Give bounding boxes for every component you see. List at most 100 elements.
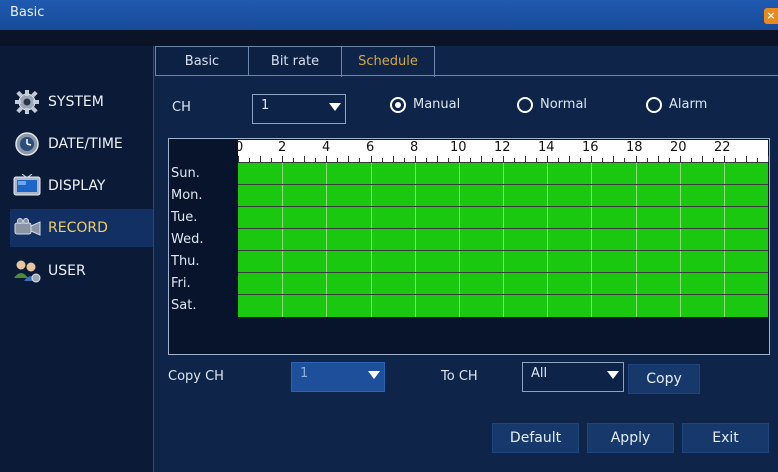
to-ch-select[interactable]: All	[522, 362, 624, 392]
hour-gridline	[326, 251, 328, 273]
hour-gridline	[370, 273, 372, 295]
radio-normal[interactable]	[517, 97, 533, 113]
day-label: Sun.	[171, 166, 200, 181]
hour-gridline	[458, 207, 460, 229]
schedule-row[interactable]	[238, 250, 768, 273]
day-label: Fri.	[171, 276, 191, 291]
hour-gridline	[282, 251, 284, 273]
hour-gridline	[370, 295, 372, 317]
hour-gridline	[723, 273, 725, 295]
hour-gridline	[414, 207, 416, 229]
hour-gridline	[458, 163, 460, 185]
schedule-row[interactable]	[238, 162, 768, 185]
radio-manual[interactable]	[390, 97, 406, 113]
hour-gridline	[723, 185, 725, 207]
sidebar-item-display[interactable]: DISPLAY	[10, 167, 153, 205]
hour-gridline	[591, 185, 593, 207]
title-bar[interactable]: Basic ×	[0, 0, 778, 31]
hour-gridline	[370, 207, 372, 229]
hour-gridline	[503, 251, 504, 273]
hour-gridline	[679, 185, 681, 207]
hour-gridline	[635, 295, 637, 317]
hour-gridline	[547, 273, 549, 295]
hour-gridline	[679, 229, 681, 251]
hour-gridline	[547, 251, 549, 273]
sidebar-item-date-time[interactable]: DATE/TIME	[10, 125, 153, 163]
hour-label: 22	[714, 140, 731, 155]
to-ch-value: All	[531, 366, 548, 381]
hour-gridline	[458, 229, 460, 251]
day-label: Thu.	[171, 254, 200, 269]
hour-gridline	[458, 251, 460, 273]
schedule-row[interactable]	[238, 206, 768, 229]
hour-gridline	[370, 163, 372, 185]
hour-gridline	[591, 229, 593, 251]
hour-gridline	[679, 251, 681, 273]
hour-gridline	[414, 295, 416, 317]
ch-select-value: 1	[261, 98, 270, 113]
hour-gridline	[458, 295, 460, 317]
radio-alarm[interactable]	[646, 97, 662, 113]
schedule-row[interactable]	[238, 184, 768, 207]
sidebar-item-label: RECORD	[48, 220, 108, 236]
schedule-row[interactable]	[238, 294, 768, 317]
hour-gridline	[503, 207, 504, 229]
hour-label: 20	[670, 140, 687, 155]
monitor-icon	[10, 174, 44, 198]
hour-ruler: 0 2 4 6 8 10 12 14 16 18 20 22	[235, 140, 769, 162]
default-button[interactable]: Default	[492, 423, 579, 453]
hour-gridline	[635, 207, 637, 229]
sidebar-item-label: DATE/TIME	[48, 136, 123, 152]
radio-normal-label: Normal	[540, 97, 588, 112]
hour-gridline	[547, 207, 549, 229]
exit-button[interactable]: Exit	[682, 423, 769, 453]
ch-label: CH	[172, 100, 191, 115]
hour-gridline	[503, 229, 504, 251]
sidebar-item-label: USER	[48, 263, 86, 279]
copy-button[interactable]: Copy	[628, 364, 700, 394]
users-icon	[10, 259, 44, 283]
hour-label: 0	[235, 140, 244, 155]
hour-gridline	[370, 251, 372, 273]
copy-ch-select[interactable]: 1	[291, 362, 385, 392]
hour-gridline	[458, 273, 460, 295]
hour-gridline	[414, 251, 416, 273]
to-ch-label: To CH	[441, 369, 478, 384]
tab-basic[interactable]: Basic	[155, 46, 249, 76]
day-label: Sat.	[171, 298, 197, 313]
chevron-down-icon	[368, 371, 380, 379]
copy-ch-label: Copy CH	[168, 369, 224, 384]
close-icon[interactable]: ×	[764, 8, 778, 24]
hour-label: 10	[450, 140, 467, 155]
day-label: Tue.	[171, 210, 198, 225]
hour-gridline	[503, 273, 504, 295]
hour-gridline	[591, 251, 593, 273]
clock-icon	[10, 132, 44, 156]
schedule-row[interactable]	[238, 272, 768, 295]
hour-gridline	[591, 295, 593, 317]
hour-gridline	[414, 273, 416, 295]
day-label: Mon.	[171, 188, 203, 203]
hour-gridline	[326, 163, 328, 185]
hour-gridline	[635, 185, 637, 207]
hour-gridline	[723, 295, 725, 317]
ch-select[interactable]: 1	[252, 94, 346, 124]
radio-manual-label: Manual	[413, 97, 461, 112]
hour-gridline	[326, 273, 328, 295]
hour-gridline	[547, 185, 549, 207]
hour-gridline	[326, 207, 328, 229]
tab-schedule[interactable]: Schedule	[341, 46, 435, 77]
hour-gridline	[458, 185, 460, 207]
sidebar-item-record[interactable]: RECORD	[10, 209, 153, 247]
sidebar-item-label: DISPLAY	[48, 178, 106, 194]
radio-alarm-label: Alarm	[669, 97, 708, 112]
sidebar-item-system[interactable]: SYSTEM	[10, 83, 153, 121]
sidebar-item-user[interactable]: USER	[10, 252, 153, 290]
hour-gridline	[414, 185, 416, 207]
apply-button[interactable]: Apply	[587, 423, 674, 453]
schedule-row[interactable]	[238, 228, 768, 251]
hour-gridline	[635, 273, 637, 295]
tab-bit-rate[interactable]: Bit rate	[248, 46, 342, 76]
hour-gridline	[591, 163, 593, 185]
hour-gridline	[282, 273, 284, 295]
